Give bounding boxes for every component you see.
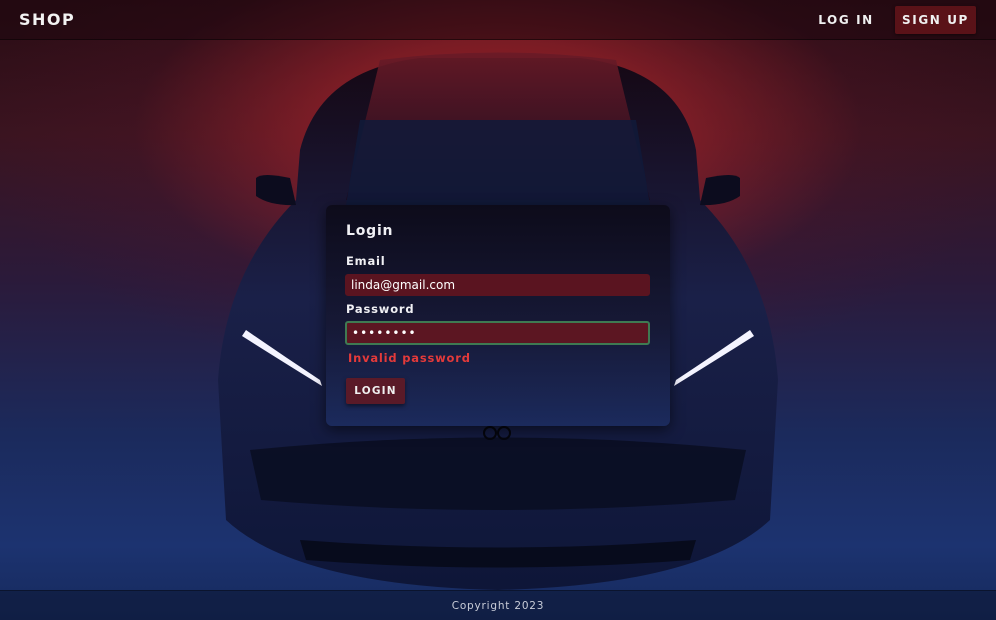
footer: Copyright 2023 — [0, 590, 996, 620]
email-input[interactable] — [345, 274, 650, 296]
login-submit-button[interactable]: LOGIN — [346, 378, 405, 404]
password-label: Password — [346, 302, 415, 316]
login-card: Login Email Password Invalid password LO… — [326, 205, 670, 426]
brand-logo[interactable]: SHOP — [19, 10, 75, 29]
nav-signup-button[interactable]: SIGN UP — [895, 6, 976, 34]
email-label: Email — [346, 254, 386, 268]
nav-login-button[interactable]: LOG IN — [812, 6, 880, 34]
top-nav: SHOP LOG IN SIGN UP — [0, 0, 996, 40]
password-input[interactable] — [345, 321, 650, 345]
copyright-text: Copyright 2023 — [451, 600, 545, 612]
login-title: Login — [346, 223, 394, 239]
password-error-message: Invalid password — [348, 351, 471, 365]
